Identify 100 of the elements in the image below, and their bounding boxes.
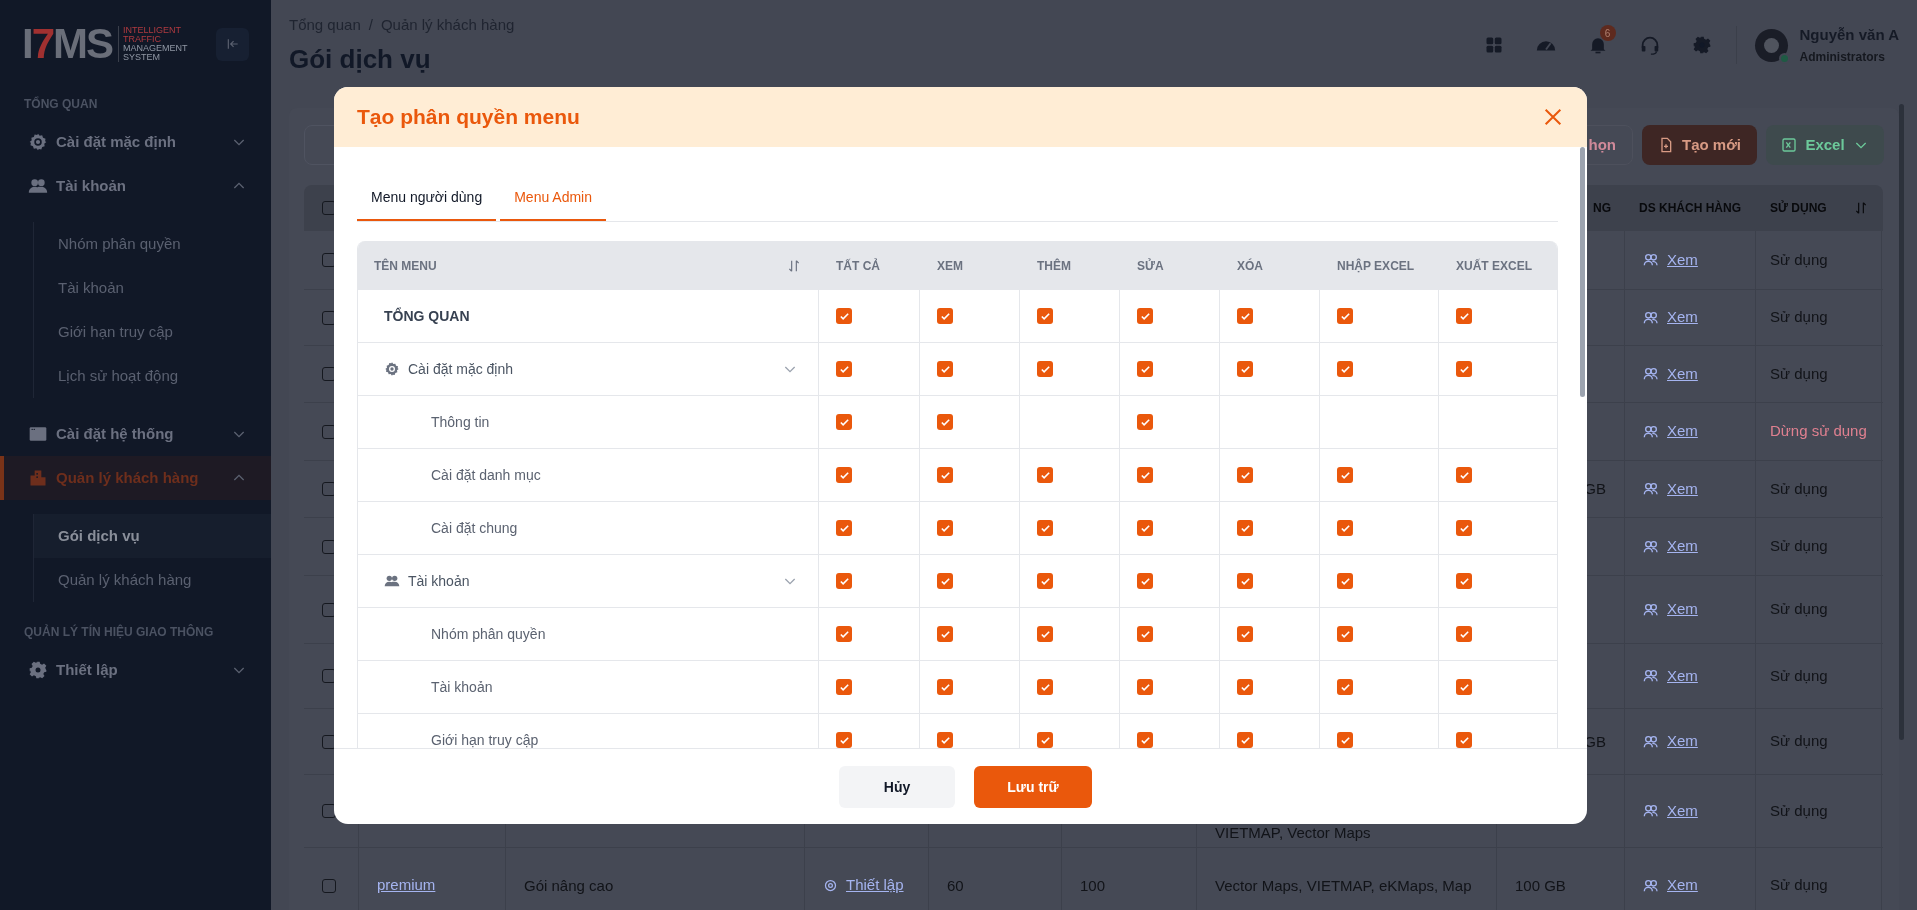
checkbox[interactable] [1456,573,1472,589]
checkbox[interactable] [937,361,953,377]
checkbox[interactable] [1137,308,1153,324]
checkbox[interactable] [1237,573,1253,589]
checkbox[interactable] [1137,467,1153,483]
submenu-item[interactable]: Giới hạn truy cập [34,310,271,354]
row-checkbox[interactable] [322,878,336,893]
checkbox[interactable] [1237,467,1253,483]
view-link[interactable]: Xem [1667,362,1698,386]
checkbox[interactable] [1137,626,1153,642]
checkbox[interactable] [1456,361,1472,377]
checkbox[interactable] [836,626,852,642]
checkbox[interactable] [1456,626,1472,642]
view-link[interactable]: Xem [1667,598,1698,621]
view-link[interactable]: Xem [1667,477,1698,501]
checkbox[interactable] [1337,467,1353,483]
view-link[interactable]: Xem [1667,799,1698,823]
checkbox[interactable] [1337,361,1353,377]
checkbox[interactable] [836,361,852,377]
scrollbar[interactable] [1899,104,1904,740]
view-link[interactable]: Xem [1667,248,1698,272]
checkbox[interactable] [1037,361,1053,377]
view-link[interactable]: Xem [1667,730,1698,753]
save-button[interactable]: Lưu trữ [974,766,1092,808]
package-code-link[interactable]: premium [377,874,436,897]
checkbox[interactable] [1137,732,1153,748]
checkbox[interactable] [1237,361,1253,377]
checkbox[interactable] [1037,732,1053,748]
checkbox[interactable] [1237,520,1253,536]
checkbox[interactable] [937,626,953,642]
view-link[interactable]: Xem [1667,420,1698,443]
checkbox[interactable] [1337,573,1353,589]
checkbox[interactable] [1037,573,1053,589]
checkbox[interactable] [1137,520,1153,536]
view-link[interactable]: Xem [1667,874,1698,897]
excel-button[interactable]: Excel [1766,125,1884,165]
cancel-button[interactable]: Hủy [839,766,955,808]
checkbox[interactable] [1456,679,1472,695]
checkbox[interactable] [1456,520,1472,536]
checkbox[interactable] [836,414,852,430]
sidebar-item[interactable]: Cài đặt hệ thống [0,412,271,456]
checkbox[interactable] [937,308,953,324]
avatar[interactable] [1754,28,1788,62]
checkbox[interactable] [1137,414,1153,430]
checkbox[interactable] [1456,467,1472,483]
status-text: Dừng sử dụng [1770,421,1867,442]
checkbox[interactable] [836,467,852,483]
checkbox[interactable] [937,414,953,430]
checkbox[interactable] [1337,732,1353,748]
checkbox[interactable] [836,732,852,748]
view-link[interactable]: Xem [1667,535,1698,558]
sidebar-item[interactable]: Thiết lập [0,648,271,692]
submenu-item[interactable]: Nhóm phân quyền [34,222,271,266]
submenu-item[interactable]: Tài khoản [34,266,271,310]
submenu-item[interactable]: Lịch sử hoạt động [34,354,271,398]
config-link[interactable]: Thiết lập [846,874,904,897]
view-link[interactable]: Xem [1667,306,1698,329]
checkbox[interactable] [937,573,953,589]
checkbox[interactable] [1037,520,1053,536]
checkbox[interactable] [1456,732,1472,748]
sidebar-item[interactable]: Tài khoản [0,164,271,208]
checkbox[interactable] [937,467,953,483]
checkbox[interactable] [937,732,953,748]
checkbox[interactable] [1037,308,1053,324]
checkbox[interactable] [1037,626,1053,642]
checkbox[interactable] [1137,361,1153,377]
dialog-title: Tạo phân quyền menu [357,104,580,131]
submenu-item[interactable]: Quản lý khách hàng [34,558,271,602]
checkbox[interactable] [1456,308,1472,324]
checkbox[interactable] [1337,679,1353,695]
notifications-button[interactable]: 6 [1579,27,1616,63]
view-link[interactable]: Xem [1667,664,1698,688]
checkbox[interactable] [836,520,852,536]
checkbox[interactable] [1337,308,1353,324]
checkbox[interactable] [1037,467,1053,483]
checkbox[interactable] [1237,732,1253,748]
checkbox[interactable] [1237,626,1253,642]
checkbox[interactable] [1137,573,1153,589]
checkbox[interactable] [836,573,852,589]
sidebar-item[interactable]: Cài đặt mặc định [0,120,271,164]
logo-text: I7MS [22,23,113,65]
checkbox[interactable] [1037,679,1053,695]
table-cell: 100 [1080,875,1106,896]
checkbox[interactable] [1137,679,1153,695]
checkbox[interactable] [836,308,852,324]
checkbox[interactable] [1337,626,1353,642]
check-icon [838,575,850,587]
checkbox[interactable] [937,520,953,536]
scrollbar[interactable] [1580,147,1585,397]
check-icon [1239,363,1251,375]
checkbox[interactable] [836,679,852,695]
tab[interactable]: Menu người dùng [357,176,497,221]
create-button[interactable]: Tạo mới [1642,125,1757,165]
checkbox[interactable] [1237,679,1253,695]
collapse-button[interactable] [216,27,249,61]
checkbox[interactable] [1337,520,1353,536]
checkbox[interactable] [1237,308,1253,324]
submenu-item[interactable]: Gói dịch vụ [34,514,271,558]
checkbox[interactable] [937,679,953,695]
tab[interactable]: Menu Admin [500,176,606,221]
